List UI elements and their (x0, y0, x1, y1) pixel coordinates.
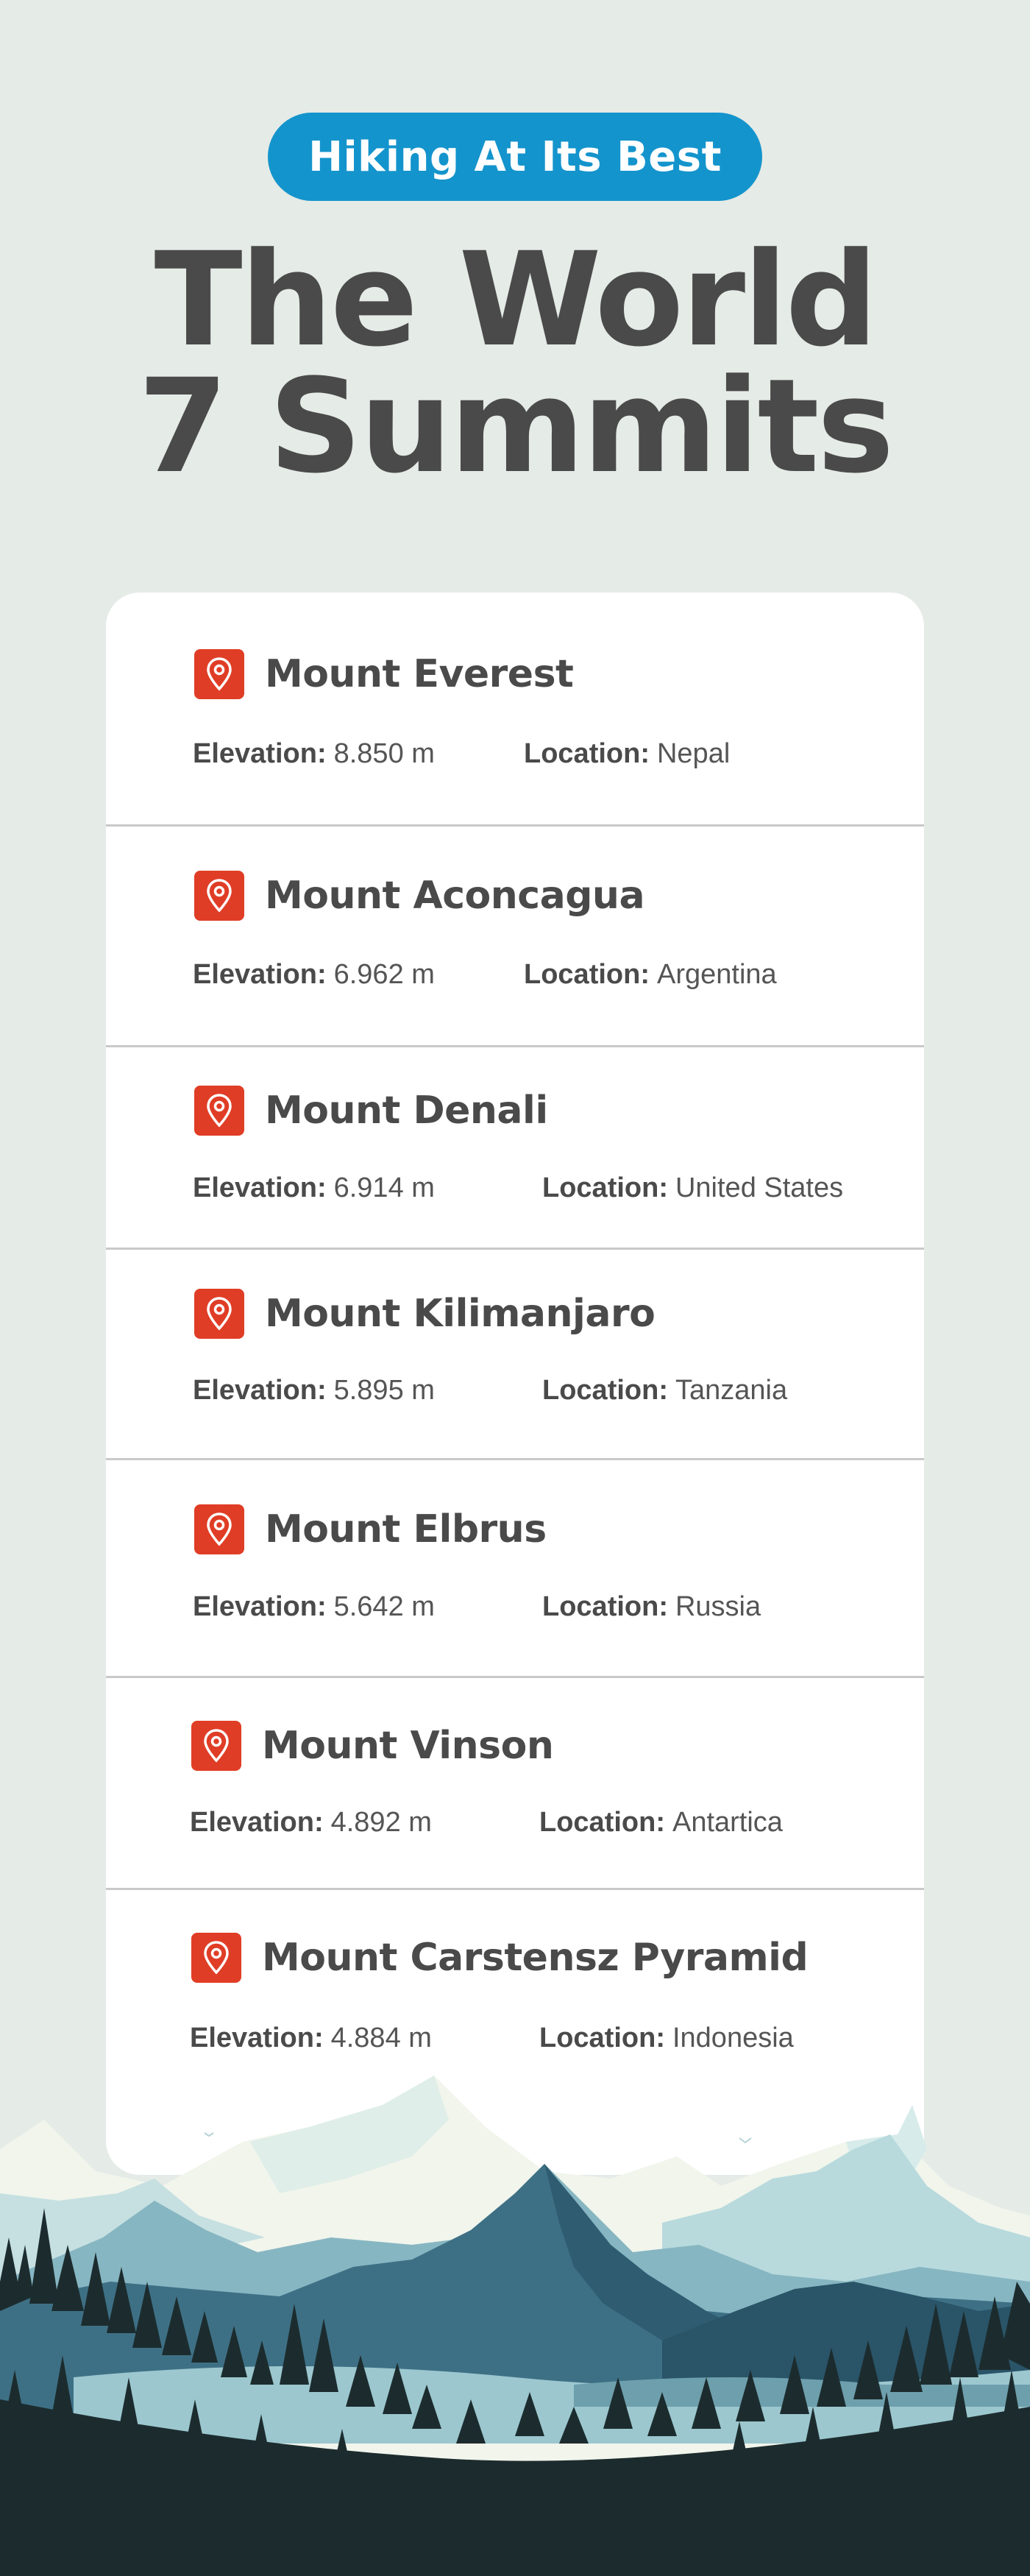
summit-row-everest: Mount Everest Elevation: 8.850 m Location… (106, 592, 924, 827)
summit-heading: Mount Elbrus (194, 1504, 547, 1554)
location-stat: Location: Indonesia (539, 2023, 794, 2053)
location-stat: Location: Nepal (524, 738, 731, 769)
location-stat: Location: Russia (542, 1591, 761, 1622)
location-value: Argentina (656, 959, 777, 990)
summit-name: Mount Denali (265, 1089, 548, 1133)
elevation-value: 5.895 m (333, 1375, 435, 1406)
elevation-value: 8.850 m (333, 738, 435, 769)
location-pin-icon (191, 1933, 241, 1983)
location-stat: Location: Antartica (539, 1807, 783, 1838)
location-pin-icon (194, 1289, 244, 1339)
elevation-stat: Elevation: 6.962 m (193, 959, 435, 990)
location-value: Antartica (672, 1807, 783, 1838)
elevation-stat: Elevation: 5.895 m (193, 1375, 435, 1406)
title-line-1: The World (154, 224, 878, 375)
location-stat: Location: United States (542, 1172, 844, 1203)
summit-name: Mount Elbrus (265, 1507, 547, 1551)
summit-row-vinson: Mount Vinson Elevation: 4.892 m Location:… (106, 1678, 924, 1890)
summit-heading: Mount Kilimanjaro (194, 1289, 656, 1339)
location-stat: Location: Argentina (524, 959, 777, 990)
tagline-badge: Hiking At Its Best (268, 113, 762, 201)
location-value: Nepal (656, 738, 731, 769)
summit-heading: Mount Everest (194, 649, 574, 699)
summit-name: Mount Vinson (262, 1724, 554, 1768)
elevation-value: 4.892 m (330, 1807, 432, 1838)
summit-name: Mount Carstensz Pyramid (262, 1936, 809, 1980)
location-pin-icon (191, 1721, 241, 1771)
elevation-stat: Elevation: 8.850 m (193, 738, 435, 769)
summit-heading: Mount Denali (194, 1086, 548, 1136)
location-pin-icon (194, 649, 244, 699)
location-value: Indonesia (672, 2023, 794, 2053)
bird-right (739, 2137, 752, 2144)
elevation-stat: Elevation: 4.892 m (190, 1807, 432, 1838)
elevation-stat: Elevation: 5.642 m (193, 1591, 435, 1622)
summit-heading: Mount Aconcagua (194, 871, 645, 921)
location-value: Tanzania (675, 1375, 788, 1406)
location-value: United States (675, 1172, 844, 1203)
summit-heading: Mount Carstensz Pyramid (191, 1933, 809, 1983)
page-title: The World 7 Summits (0, 224, 1030, 502)
summit-heading: Mount Vinson (191, 1721, 554, 1771)
location-pin-icon (194, 871, 244, 921)
summit-row-elbrus: Mount Elbrus Elevation: 5.642 m Location:… (106, 1460, 924, 1678)
elevation-value: 6.962 m (333, 959, 435, 990)
elevation-value: 5.642 m (333, 1591, 435, 1622)
title-line-2: 7 Summits (138, 351, 895, 502)
location-value: Russia (675, 1591, 761, 1622)
mountain-landscape-illustration (0, 2076, 1030, 2576)
location-pin-icon (194, 1504, 244, 1554)
location-pin-icon (194, 1086, 244, 1136)
location-stat: Location: Tanzania (542, 1375, 788, 1406)
elevation-value: 4.884 m (330, 2023, 432, 2053)
elevation-stat: Elevation: 4.884 m (190, 2023, 432, 2053)
summit-name: Mount Everest (265, 652, 574, 696)
elevation-stat: Elevation: 6.914 m (193, 1172, 435, 1203)
summit-name: Mount Aconcagua (265, 874, 645, 918)
summit-row-carstensz: Mount Carstensz Pyramid Elevation: 4.884 … (106, 1890, 924, 2074)
summit-row-denali: Mount Denali Elevation: 6.914 m Location:… (106, 1047, 924, 1250)
summit-row-kilimanjaro: Mount Kilimanjaro Elevation: 5.895 m Loca… (106, 1250, 924, 1460)
summit-row-aconcagua: Mount Aconcagua Elevation: 6.962 m Locati… (106, 827, 924, 1047)
elevation-value: 6.914 m (333, 1172, 435, 1203)
bird-left (204, 2132, 214, 2137)
summit-name: Mount Kilimanjaro (265, 1292, 656, 1336)
